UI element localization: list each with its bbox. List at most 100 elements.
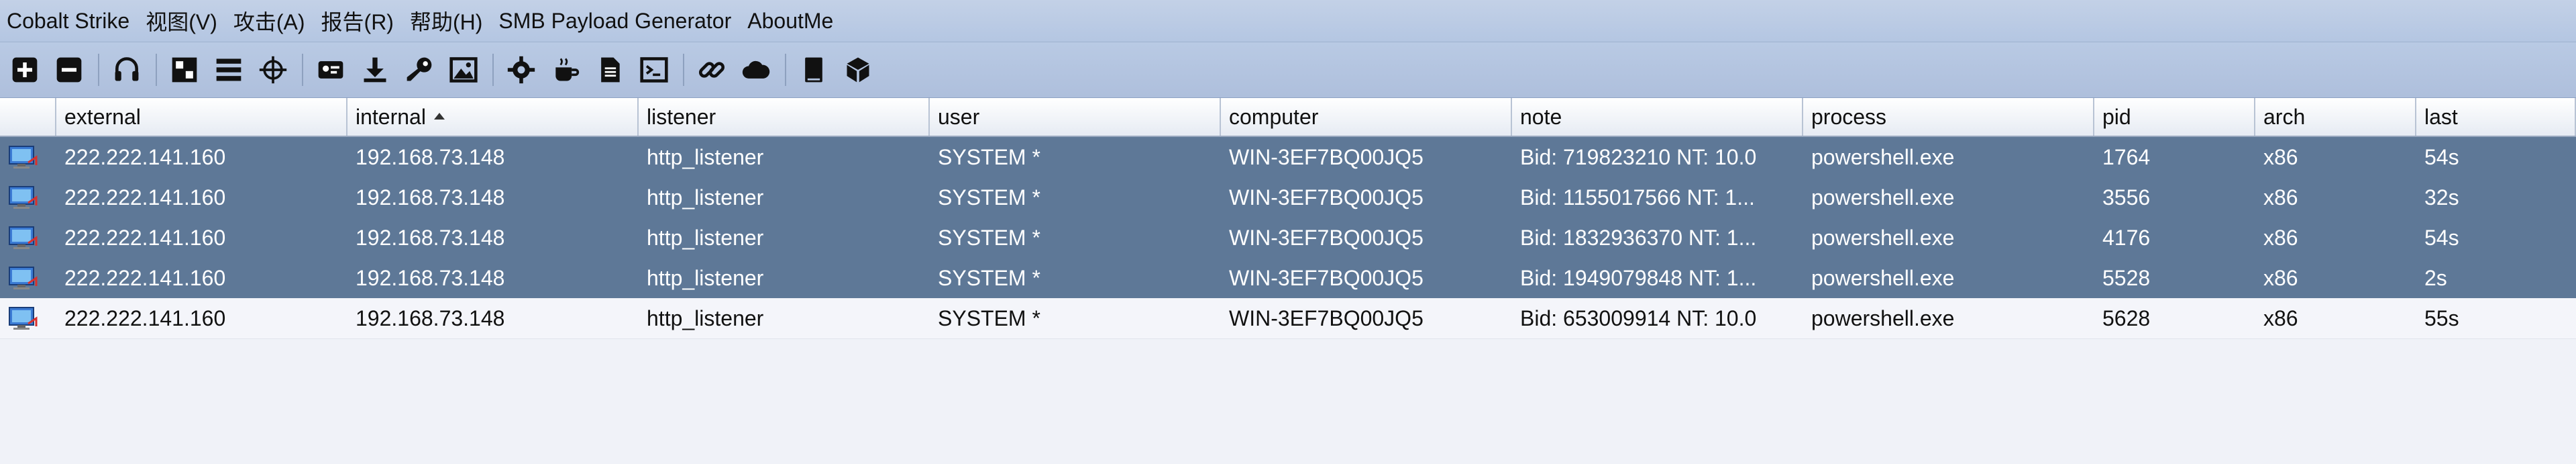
cell-arch: x86 bbox=[2263, 145, 2298, 169]
table-header: external internal listener user computer… bbox=[0, 98, 2576, 137]
table-row[interactable]: 222.222.141.160 192.168.73.148 http_listen… bbox=[0, 298, 2576, 339]
cell-note: Bid: 653009914 NT: 10.0 bbox=[1520, 306, 1757, 330]
disconnect-icon[interactable] bbox=[50, 50, 89, 89]
keystrokes-icon[interactable] bbox=[400, 50, 439, 89]
menu-aboutme[interactable]: AboutMe bbox=[747, 9, 843, 34]
beacon-host-icon bbox=[0, 218, 56, 258]
cell-pid: 4176 bbox=[2102, 226, 2151, 250]
cell-user: SYSTEM * bbox=[938, 145, 1040, 169]
menu-reporting[interactable]: 报告(R) bbox=[321, 5, 403, 36]
column-header-internal[interactable]: internal bbox=[347, 98, 639, 136]
beacon-host-icon bbox=[0, 177, 56, 218]
cell-last: 54s bbox=[2424, 145, 2459, 169]
column-header-last[interactable]: last bbox=[2416, 98, 2576, 136]
toolbar-separator bbox=[302, 54, 303, 86]
cell-last: 55s bbox=[2424, 306, 2459, 330]
toolbar bbox=[0, 42, 2576, 99]
cell-pid: 1764 bbox=[2102, 145, 2151, 169]
cell-last: 54s bbox=[2424, 226, 2459, 250]
cell-process: powershell.exe bbox=[1811, 185, 1955, 210]
table-row[interactable]: 222.222.141.160 192.168.73.148 http_listen… bbox=[0, 177, 2576, 218]
cell-listener: http_listener bbox=[647, 145, 764, 169]
table-row[interactable]: 222.222.141.160 192.168.73.148 http_listen… bbox=[0, 258, 2576, 298]
log-icon[interactable] bbox=[794, 50, 833, 89]
cell-pid: 3556 bbox=[2102, 185, 2151, 210]
cloud-icon[interactable] bbox=[737, 50, 775, 89]
session-list-icon[interactable] bbox=[209, 50, 248, 89]
column-header-icon[interactable] bbox=[0, 98, 56, 136]
table-row[interactable]: 222.222.141.160 192.168.73.148 http_listen… bbox=[0, 137, 2576, 177]
cell-note: Bid: 1949079848 NT: 1... bbox=[1520, 266, 1757, 290]
toolbar-separator bbox=[156, 54, 157, 86]
column-header-arch[interactable]: arch bbox=[2255, 98, 2416, 136]
cell-arch: x86 bbox=[2263, 266, 2298, 290]
cell-arch: x86 bbox=[2263, 185, 2298, 210]
menu-view[interactable]: 视图(V) bbox=[146, 5, 227, 36]
cell-computer: WIN-3EF7BQ00JQ5 bbox=[1229, 185, 1424, 210]
java-applet-icon[interactable] bbox=[546, 50, 585, 89]
column-header-note[interactable]: note bbox=[1512, 98, 1803, 136]
cell-listener: http_listener bbox=[647, 185, 764, 210]
cell-note: Bid: 719823210 NT: 10.0 bbox=[1520, 145, 1757, 169]
beacon-host-icon bbox=[0, 298, 56, 338]
cell-process: powershell.exe bbox=[1811, 226, 1955, 250]
column-header-process[interactable]: process bbox=[1803, 98, 2094, 136]
table-body: 222.222.141.160 192.168.73.148 http_listen… bbox=[0, 137, 2576, 339]
cell-last: 2s bbox=[2424, 266, 2447, 290]
cell-user: SYSTEM * bbox=[938, 226, 1040, 250]
cell-process: powershell.exe bbox=[1811, 145, 1955, 169]
cell-pid: 5528 bbox=[2102, 266, 2151, 290]
script-console-icon[interactable] bbox=[635, 50, 674, 89]
cell-process: powershell.exe bbox=[1811, 306, 1955, 330]
cell-external: 222.222.141.160 bbox=[64, 266, 226, 290]
cell-pid: 5628 bbox=[2102, 306, 2151, 330]
cell-arch: x86 bbox=[2263, 306, 2298, 330]
link-icon[interactable] bbox=[692, 50, 731, 89]
cell-external: 222.222.141.160 bbox=[64, 226, 226, 250]
cell-process: powershell.exe bbox=[1811, 266, 1955, 290]
toolbar-separator bbox=[492, 54, 494, 86]
office-macro-icon[interactable] bbox=[590, 50, 629, 89]
column-header-external[interactable]: external bbox=[56, 98, 347, 136]
toolbar-separator bbox=[683, 54, 684, 86]
cell-note: Bid: 1832936370 NT: 1... bbox=[1520, 226, 1757, 250]
table-row[interactable]: 222.222.141.160 192.168.73.148 http_listen… bbox=[0, 218, 2576, 258]
cell-user: SYSTEM * bbox=[938, 306, 1040, 330]
cell-external: 222.222.141.160 bbox=[64, 145, 226, 169]
cell-computer: WIN-3EF7BQ00JQ5 bbox=[1229, 226, 1424, 250]
column-header-pid[interactable]: pid bbox=[2094, 98, 2255, 136]
new-connection-icon[interactable] bbox=[5, 50, 44, 89]
cell-arch: x86 bbox=[2263, 226, 2298, 250]
menu-cobalt-strike[interactable]: Cobalt Strike bbox=[7, 9, 139, 34]
column-header-user[interactable]: user bbox=[930, 98, 1221, 136]
cell-user: SYSTEM * bbox=[938, 185, 1040, 210]
cell-computer: WIN-3EF7BQ00JQ5 bbox=[1229, 306, 1424, 330]
cell-internal: 192.168.73.148 bbox=[356, 266, 505, 290]
cell-note: Bid: 1155017566 NT: 1... bbox=[1520, 185, 1755, 210]
pivot-graph-icon[interactable] bbox=[165, 50, 204, 89]
column-header-listener[interactable]: listener bbox=[639, 98, 930, 136]
credentials-icon[interactable] bbox=[311, 50, 350, 89]
cell-listener: http_listener bbox=[647, 226, 764, 250]
downloads-icon[interactable] bbox=[356, 50, 394, 89]
target-list-icon[interactable] bbox=[254, 50, 292, 89]
menu-smb-payload-generator[interactable]: SMB Payload Generator bbox=[498, 9, 741, 34]
toolbar-separator bbox=[98, 54, 99, 86]
screenshots-icon[interactable] bbox=[444, 50, 483, 89]
column-header-computer[interactable]: computer bbox=[1221, 98, 1512, 136]
beacon-host-icon bbox=[0, 258, 56, 298]
cell-external: 222.222.141.160 bbox=[64, 306, 226, 330]
package-icon[interactable] bbox=[839, 50, 877, 89]
toolbar-separator bbox=[785, 54, 786, 86]
cell-internal: 192.168.73.148 bbox=[356, 306, 505, 330]
cell-computer: WIN-3EF7BQ00JQ5 bbox=[1229, 266, 1424, 290]
beacon-table: external internal listener user computer… bbox=[0, 98, 2576, 464]
payload-gen-icon[interactable] bbox=[502, 50, 541, 89]
headphones-icon[interactable] bbox=[107, 50, 146, 89]
menu-bar: Cobalt Strike 视图(V) 攻击(A) 报告(R) 帮助(H) SM… bbox=[0, 0, 2576, 42]
cell-computer: WIN-3EF7BQ00JQ5 bbox=[1229, 145, 1424, 169]
menu-attacks[interactable]: 攻击(A) bbox=[233, 5, 315, 36]
menu-help[interactable]: 帮助(H) bbox=[410, 5, 492, 36]
cell-listener: http_listener bbox=[647, 306, 764, 330]
cell-internal: 192.168.73.148 bbox=[356, 226, 505, 250]
